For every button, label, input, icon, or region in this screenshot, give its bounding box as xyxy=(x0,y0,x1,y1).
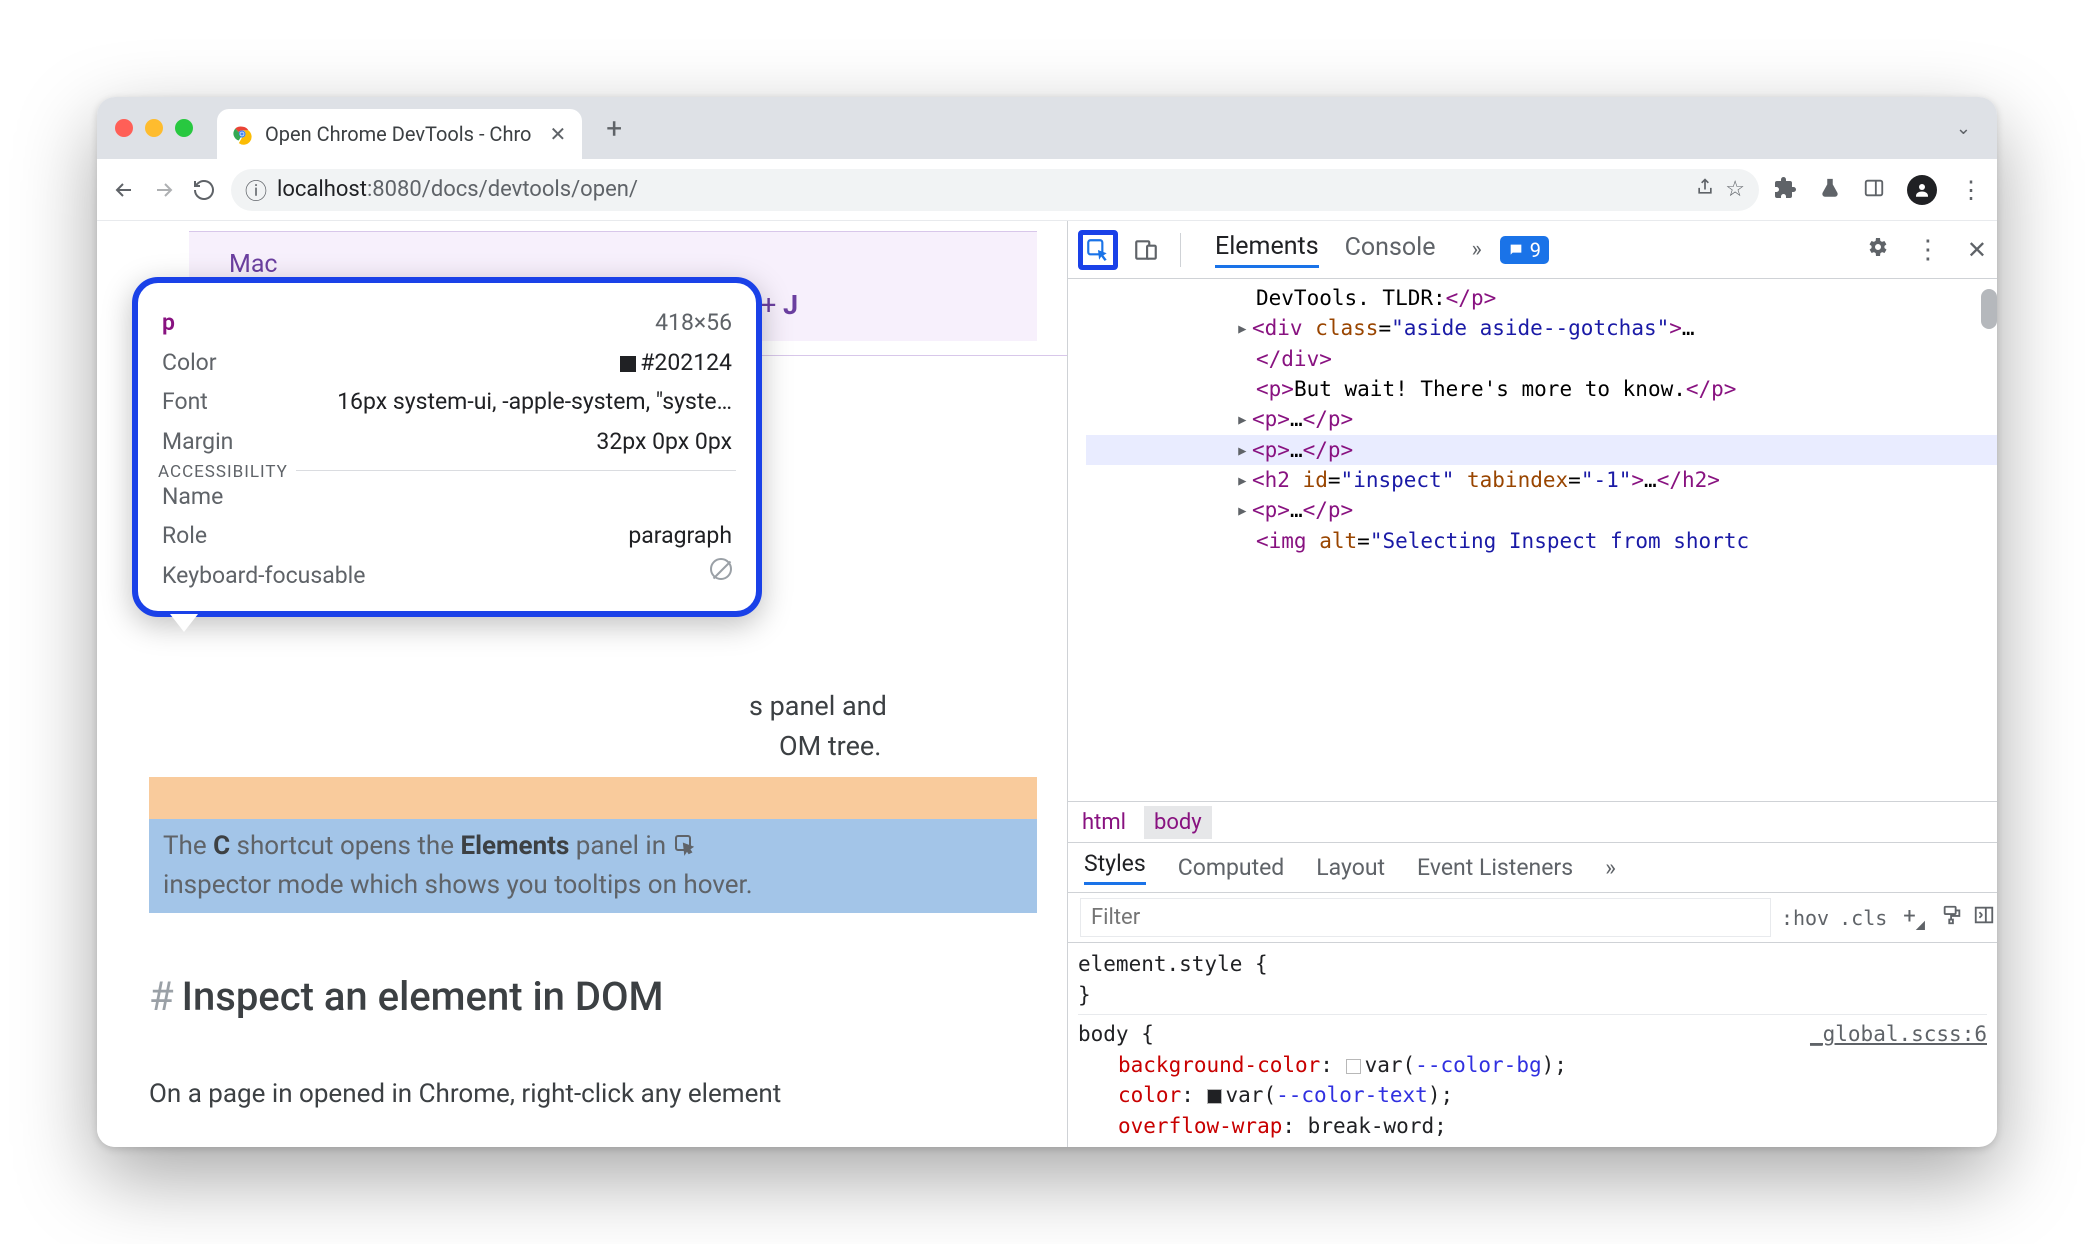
paint-icon[interactable] xyxy=(1941,904,1963,932)
chrome-favicon-icon xyxy=(231,123,253,145)
profile-avatar[interactable] xyxy=(1907,175,1937,205)
scrollbar-thumb[interactable] xyxy=(1981,289,1997,329)
tooltip-margin-label: Margin xyxy=(162,424,233,460)
style-declaration: overflow-wrap: break-word; xyxy=(1078,1111,1987,1141)
tooltip-focusable-label: Keyboard-focusable xyxy=(162,558,365,594)
dom-line[interactable]: ▸<p>…</p> xyxy=(1086,404,1997,434)
dom-line[interactable]: ▸<h2 id="inspect" tabindex="-1">…</h2> xyxy=(1086,465,1997,495)
dom-line[interactable]: <p>But wait! There's more to know.</p> xyxy=(1086,374,1997,404)
page-viewport: Mac Option + C Option + J p 418×56 xyxy=(97,221,1067,1147)
close-window-button[interactable] xyxy=(115,119,133,137)
extensions-icon[interactable] xyxy=(1773,176,1797,204)
url-path: :8080/docs/devtools/open/ xyxy=(367,177,638,202)
close-devtools-button[interactable]: ✕ xyxy=(1967,236,1987,264)
address-bar[interactable]: ⓘ localhost:8080/docs/devtools/open/ ☆ xyxy=(231,169,1759,211)
forward-button[interactable] xyxy=(151,177,177,203)
side-panel-icon[interactable] xyxy=(1863,177,1885,203)
partial-text-2: OM tree. xyxy=(149,726,1037,767)
device-toolbar-button[interactable] xyxy=(1126,230,1166,270)
labs-icon[interactable] xyxy=(1819,177,1841,203)
hov-toggle[interactable]: :hov xyxy=(1781,906,1829,930)
not-allowed-icon xyxy=(710,558,732,580)
minimize-window-button[interactable] xyxy=(145,119,163,137)
tooltip-dimensions: 418×56 xyxy=(655,305,732,341)
content-highlight: The C shortcut opens the Elements panel … xyxy=(149,819,1037,913)
margin-highlight xyxy=(149,777,1037,819)
more-tabs-icon[interactable]: » xyxy=(1471,237,1481,262)
reload-button[interactable] xyxy=(191,177,217,203)
share-icon[interactable] xyxy=(1695,177,1715,203)
tab-event-listeners[interactable]: Event Listeners xyxy=(1417,854,1573,881)
tab-console[interactable]: Console xyxy=(1345,233,1436,266)
style-rule: element.style { xyxy=(1078,949,1987,979)
dom-tree[interactable]: DevTools. TLDR:</p> ▸<div class="aside a… xyxy=(1068,279,1997,801)
new-style-rule-button[interactable]: +◢ xyxy=(1897,904,1931,931)
styles-filter-input[interactable] xyxy=(1080,898,1771,937)
dom-line[interactable]: DevTools. TLDR:</p> xyxy=(1086,283,1997,313)
message-count-badge[interactable]: 9 xyxy=(1500,236,1549,264)
tab-styles[interactable]: Styles xyxy=(1084,850,1146,885)
dom-breadcrumb: html body xyxy=(1068,801,1997,843)
devtools-toolbar: Elements Console » 9 ⋮ ✕ xyxy=(1068,221,1997,279)
styles-tabbar: Styles Computed Layout Event Listeners » xyxy=(1068,843,1997,893)
heading-inspect-element: # Inspect an element in DOM xyxy=(149,967,1037,1027)
tabs-dropdown-icon[interactable]: ⌄ xyxy=(1956,118,1971,139)
tooltip-color-value: #202124 xyxy=(620,345,732,381)
tooltip-a11y-heading: ACCESSIBILITY xyxy=(158,459,296,485)
paragraph-text: On a page in opened in Chrome, right-cli… xyxy=(149,1075,1037,1114)
style-rule: } xyxy=(1078,980,1987,1010)
more-tabs-icon[interactable]: » xyxy=(1605,854,1616,881)
content-area: Mac Option + C Option + J p 418×56 xyxy=(97,221,1997,1147)
tab-elements[interactable]: Elements xyxy=(1215,232,1319,268)
tab-layout[interactable]: Layout xyxy=(1316,854,1385,881)
crumb-html[interactable]: html xyxy=(1082,810,1126,835)
bookmark-icon[interactable]: ☆ xyxy=(1725,177,1745,202)
tooltip-margin-value: 32px 0px 0px xyxy=(596,424,732,460)
traffic-lights xyxy=(115,119,193,137)
url-host: localhost xyxy=(277,177,367,202)
inspect-element-button[interactable] xyxy=(1078,230,1118,270)
close-tab-button[interactable]: ✕ xyxy=(549,122,566,146)
tooltip-font-label: Font xyxy=(162,384,208,420)
tooltip-role-value: paragraph xyxy=(628,518,732,554)
cls-toggle[interactable]: .cls xyxy=(1839,906,1887,930)
inspector-tooltip: p 418×56 Color #202124 Font 16px system-… xyxy=(132,277,762,617)
browser-window: Open Chrome DevTools - Chro ✕ + ⌄ ⓘ loca… xyxy=(97,97,1997,1147)
inspect-glyph-icon xyxy=(673,833,697,857)
tooltip-font-value: 16px system-ui, -apple-system, "syste… xyxy=(337,384,732,420)
style-declaration: color: var(--color-text); xyxy=(1078,1080,1987,1110)
dom-line[interactable]: </div> xyxy=(1086,344,1997,374)
new-tab-button[interactable]: + xyxy=(606,112,622,145)
site-info-icon[interactable]: ⓘ xyxy=(245,174,267,206)
tooltip-color-label: Color xyxy=(162,345,217,381)
dom-line[interactable]: ▸<div class="aside aside--gotchas">… xyxy=(1086,313,1997,343)
hash-icon: # xyxy=(149,967,174,1027)
style-rule: body { _global.scss:6 xyxy=(1078,1014,1987,1049)
tooltip-tag: p xyxy=(162,305,175,341)
partial-text-1: s panel and xyxy=(149,686,1037,727)
menu-icon[interactable]: ⋮ xyxy=(1959,176,1983,204)
kebab-menu-icon[interactable]: ⋮ xyxy=(1915,235,1941,265)
tooltip-role-label: Role xyxy=(162,518,207,554)
crumb-body[interactable]: body xyxy=(1144,806,1212,839)
styles-body[interactable]: element.style { } body { _global.scss:6 … xyxy=(1068,943,1997,1147)
toggle-sidebar-icon[interactable] xyxy=(1973,904,1995,932)
url-bar: ⓘ localhost:8080/docs/devtools/open/ ☆ ⋮ xyxy=(97,159,1997,221)
browser-tab[interactable]: Open Chrome DevTools - Chro ✕ xyxy=(217,109,582,159)
maximize-window-button[interactable] xyxy=(175,119,193,137)
settings-icon[interactable] xyxy=(1865,235,1889,265)
dom-line[interactable]: ▸<p>…</p> xyxy=(1086,495,1997,525)
style-declaration: background-color: var(--color-bg); xyxy=(1078,1050,1987,1080)
tab-title: Open Chrome DevTools - Chro xyxy=(265,122,531,146)
styles-filter-bar: :hov .cls +◢ xyxy=(1068,893,1997,943)
dom-line[interactable]: <img alt="Selecting Inspect from shortc xyxy=(1086,526,1997,556)
dom-line-selected[interactable]: ▸<p>…</p> xyxy=(1086,435,1997,465)
tab-computed[interactable]: Computed xyxy=(1178,854,1285,881)
back-button[interactable] xyxy=(111,177,137,203)
devtools-panel: Elements Console » 9 ⋮ ✕ DevTools. TLDR:… xyxy=(1067,221,1997,1147)
title-bar: Open Chrome DevTools - Chro ✕ + ⌄ xyxy=(97,97,1997,159)
source-link[interactable]: _global.scss:6 xyxy=(1810,1019,1987,1049)
